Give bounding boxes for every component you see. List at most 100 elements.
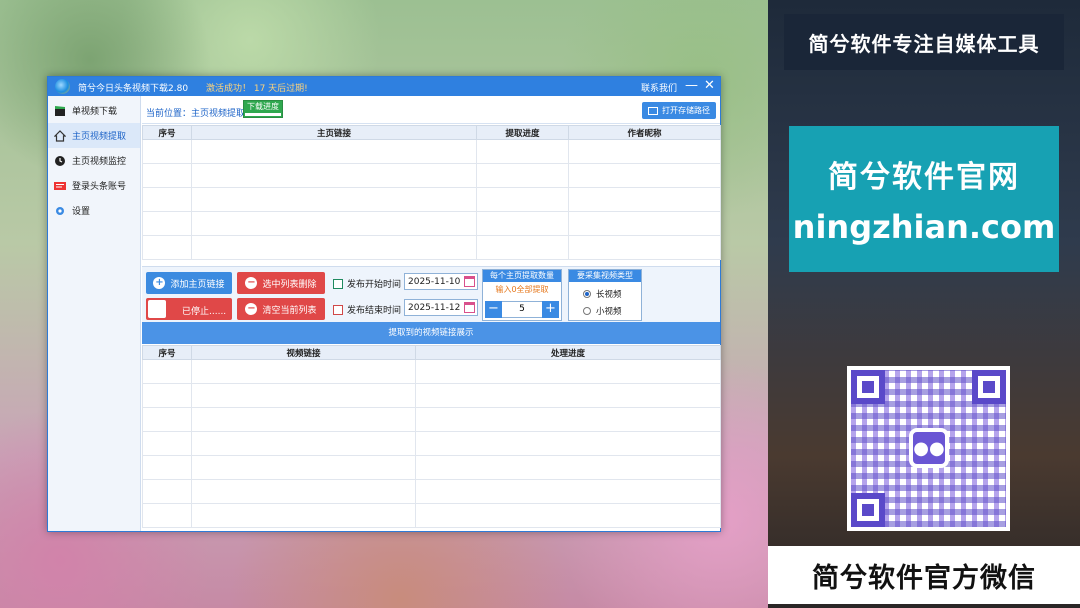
sidebar-item-homepage-extract[interactable]: 主页视频提取 [48, 123, 140, 148]
promo-site-url: ningzhian.com [792, 208, 1056, 246]
column-header-extract-progress[interactable]: 提取进度 [476, 125, 569, 140]
promo-bottom-banner: 简兮软件官方微信 [768, 546, 1080, 604]
checkbox-label: 发布开始时间 [347, 280, 402, 290]
title-bar: 简兮今日头条视频下载2.80 激活成功！ 17 天后过期! 联系我们 — ✕ [48, 77, 720, 96]
wechat-qr-code: ●● [847, 366, 1010, 531]
per-homepage-hint: 输入0全部提取 [495, 285, 549, 294]
sidebar-item-label: 设置 [72, 207, 91, 217]
publish-end-checkbox[interactable]: 发布结束时间 [333, 303, 401, 316]
delete-selected-button[interactable]: − 选中列表删除 [237, 272, 325, 294]
sidebar-item-homepage-monitor[interactable]: 主页视频监控 [48, 148, 140, 173]
app-window: 简兮今日头条视频下载2.80 激活成功！ 17 天后过期! 联系我们 — ✕ 单… [47, 76, 721, 532]
stop-status-button[interactable]: 已停止...... [146, 298, 232, 320]
sidebar: 单视频下载 主页视频提取 主页视频监控 登录头条账号 设置 [48, 96, 141, 531]
table-row [142, 383, 721, 408]
wechat-icon: ●● [909, 428, 949, 468]
minus-icon: − [245, 277, 258, 289]
open-folder-label: 打开存储路径 [662, 106, 710, 115]
decrement-button[interactable]: − [485, 301, 502, 318]
homepage-links-table[interactable]: 序号 主页链接 提取进度 作者昵称 [142, 125, 721, 260]
close-button[interactable]: ✕ [704, 78, 715, 94]
minimize-button[interactable]: — [685, 78, 698, 94]
radio-label: 小视频 [596, 307, 622, 317]
column-header-author-nickname[interactable]: 作者昵称 [568, 125, 721, 140]
contact-us-link[interactable]: 联系我们 [641, 81, 677, 94]
button-label: 清空当前列表 [262, 305, 317, 316]
video-type-title: 要采集视频类型 [569, 270, 641, 282]
table-row [142, 359, 721, 384]
tab-underline [245, 113, 281, 116]
calendar-icon[interactable] [464, 302, 475, 313]
checkbox-box [333, 278, 343, 289]
button-label: 选中列表删除 [262, 279, 317, 290]
quantity-value[interactable]: 5 [502, 301, 542, 318]
gear-icon [54, 205, 66, 217]
publish-start-checkbox[interactable]: 发布开始时间 [333, 277, 401, 290]
quantity-stepper[interactable]: − 5 + [485, 301, 559, 318]
column-header-homepage-link[interactable]: 主页链接 [191, 125, 477, 140]
add-homepage-link-button[interactable]: + 添加主页链接 [146, 272, 232, 294]
table-row [142, 211, 721, 236]
breadcrumb-bar: 当前位置：主页视频提取 下载进度 打开存储路径 [142, 96, 720, 124]
table-row [142, 139, 721, 164]
sidebar-item-label: 主页视频提取 [72, 132, 127, 142]
radio-dot [583, 307, 591, 315]
start-date-field[interactable]: 2025-11-10 [404, 273, 478, 290]
calendar-icon[interactable] [464, 276, 475, 287]
breadcrumb: 当前位置：主页视频提取 [146, 109, 246, 119]
increment-button[interactable]: + [542, 301, 559, 318]
app-title: 简兮今日头条视频下载2.80 [78, 84, 189, 94]
promo-site-title: 简兮软件官网 [828, 160, 1020, 195]
open-storage-path-button[interactable]: 打开存储路径 [642, 102, 716, 119]
extracted-links-header: 提取到的视频链接展示 [142, 322, 720, 344]
action-toolbar: + 添加主页链接 − 选中列表删除 已停止...... − 清空当前列表 发布开… [142, 266, 720, 322]
radio-label: 长视频 [596, 290, 622, 300]
checkbox-label: 发布结束时间 [347, 306, 402, 316]
column-header-index[interactable]: 序号 [142, 125, 192, 140]
start-date-value: 2025-11-10 [408, 276, 461, 287]
end-date-value: 2025-11-12 [408, 302, 461, 313]
table-header-row: 序号 主页链接 提取进度 作者昵称 [142, 125, 721, 140]
video-links-table[interactable]: 序号 视频链接 处理进度 [142, 345, 721, 528]
sidebar-item-label: 主页视频监控 [72, 157, 127, 167]
activation-status: 激活成功！ 17 天后过期! [206, 84, 308, 94]
toutiao-logo-icon [54, 180, 66, 192]
radio-long-video[interactable]: 长视频 [583, 288, 622, 300]
tab-label: 下载进度 [247, 102, 279, 111]
table-row [142, 479, 721, 504]
radio-dot [583, 290, 591, 298]
minus-icon: − [245, 303, 258, 315]
main-panel: 当前位置：主页视频提取 下载进度 打开存储路径 序号 主页链接 提取进度 作者昵… [142, 96, 721, 531]
table-row [142, 163, 721, 188]
clear-list-button[interactable]: − 清空当前列表 [237, 298, 325, 320]
sidebar-item-settings[interactable]: 设置 [48, 198, 140, 223]
checkbox-box [333, 304, 343, 315]
table-row [142, 187, 721, 212]
folder-icon [648, 106, 658, 115]
app-logo-icon [55, 79, 70, 94]
sidebar-item-login-toutiao[interactable]: 登录头条账号 [48, 173, 140, 198]
button-label: 添加主页链接 [170, 279, 225, 290]
video-type-box: 要采集视频类型 长视频 小视频 [568, 269, 642, 321]
tab-download-progress[interactable]: 下载进度 [243, 100, 283, 118]
sidebar-item-single-video[interactable]: 单视频下载 [48, 98, 140, 123]
radio-short-video[interactable]: 小视频 [583, 305, 622, 317]
sidebar-item-label: 单视频下载 [72, 107, 118, 117]
end-date-field[interactable]: 2025-11-12 [404, 299, 478, 316]
promo-website-box: 简兮软件官网 ningzhian.com [789, 126, 1059, 272]
promo-top-banner: 简兮软件专注自媒体工具 [784, 14, 1064, 70]
table-row [142, 235, 721, 260]
monitor-icon [54, 155, 66, 167]
clapperboard-icon [54, 105, 66, 117]
sidebar-item-label: 登录头条账号 [72, 182, 127, 192]
table-row [142, 455, 721, 480]
stop-indicator [148, 300, 166, 318]
qr-finder-top-left [851, 370, 885, 404]
column-header-processing-progress[interactable]: 处理进度 [415, 345, 721, 360]
home-icon [54, 129, 66, 142]
column-header-video-link[interactable]: 视频链接 [191, 345, 416, 360]
per-homepage-title: 每个主页提取数量 [483, 270, 561, 282]
per-homepage-count-box: 每个主页提取数量 输入0全部提取 − 5 + [482, 269, 562, 321]
button-label: 已停止...... [182, 307, 227, 317]
column-header-index[interactable]: 序号 [142, 345, 192, 360]
